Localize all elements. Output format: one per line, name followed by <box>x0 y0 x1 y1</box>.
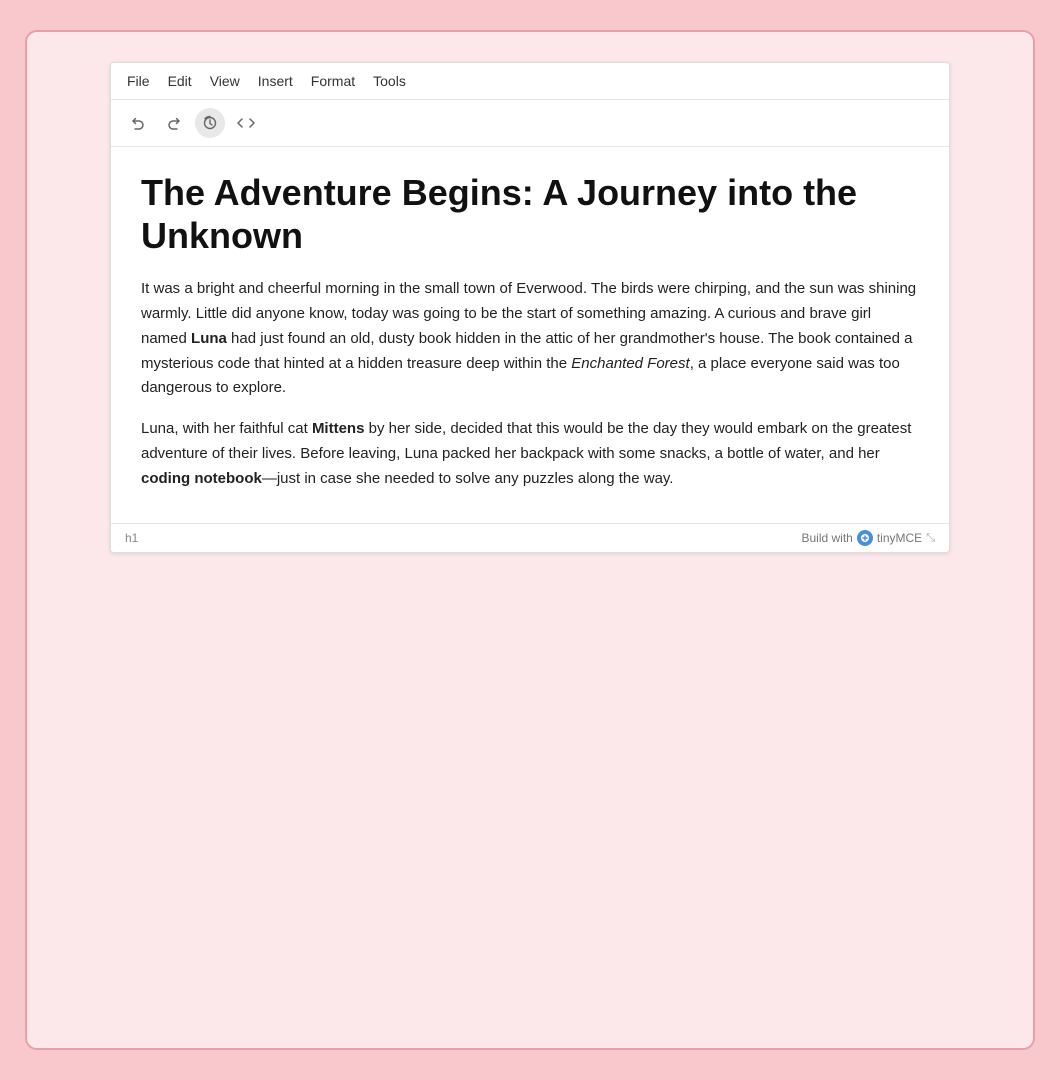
para2-bold2: coding notebook <box>141 470 262 487</box>
undo-button[interactable] <box>123 108 153 138</box>
menu-view[interactable]: View <box>210 73 240 89</box>
build-with-text: Build with <box>801 531 852 545</box>
content-area[interactable]: The Adventure Begins: A Journey into the… <box>111 147 949 523</box>
menu-tools[interactable]: Tools <box>373 73 406 89</box>
outer-frame: File Edit View Insert Format Tools <box>25 30 1035 1050</box>
editor-container: File Edit View Insert Format Tools <box>110 62 950 553</box>
redo-button[interactable] <box>159 108 189 138</box>
redo-icon <box>166 115 182 131</box>
paragraph-2: Luna, with her faithful cat Mittens by h… <box>141 417 919 491</box>
para1-italic1: Enchanted Forest <box>571 355 689 372</box>
status-bar: h1 Build with tinyMCE ⤡ <box>111 523 949 552</box>
menu-insert[interactable]: Insert <box>258 73 293 89</box>
para2-suffix: —just in case she needed to solve any pu… <box>262 470 674 487</box>
code-embed-button[interactable] <box>231 108 261 138</box>
para2-prefix: Luna, with her faithful cat <box>141 420 312 437</box>
menu-bar: File Edit View Insert Format Tools <box>111 63 949 100</box>
code-embed-icon <box>236 115 256 131</box>
toolbar <box>111 100 949 147</box>
menu-edit[interactable]: Edit <box>168 73 192 89</box>
para2-bold1: Mittens <box>312 420 365 437</box>
menu-format[interactable]: Format <box>311 73 355 89</box>
tinymce-icon <box>857 530 873 546</box>
tinymce-branding: Build with tinyMCE ⤡ <box>801 530 935 546</box>
paragraph-1: It was a bright and cheerful morning in … <box>141 277 919 401</box>
resize-icon[interactable]: ⤡ <box>926 532 935 545</box>
element-tag: h1 <box>125 531 138 545</box>
history-icon <box>202 115 218 131</box>
menu-file[interactable]: File <box>127 73 150 89</box>
para1-bold1: Luna <box>191 330 227 347</box>
brand-name: tinyMCE <box>877 531 922 545</box>
undo-icon <box>130 115 146 131</box>
document-title: The Adventure Begins: A Journey into the… <box>141 171 919 257</box>
history-button[interactable] <box>195 108 225 138</box>
